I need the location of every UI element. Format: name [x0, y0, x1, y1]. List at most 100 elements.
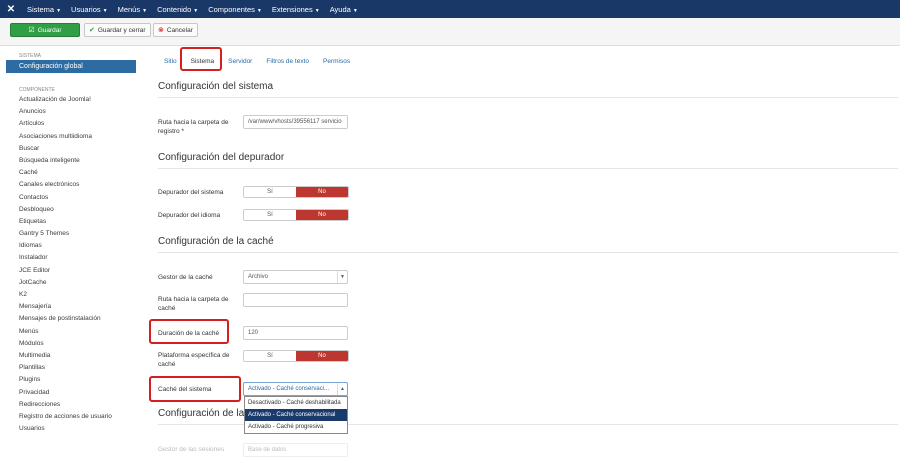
- sidebar-item[interactable]: Mensajes de postinstalación: [6, 313, 136, 325]
- sidebar-item[interactable]: Mensajería: [6, 301, 136, 313]
- menu-label: Menús: [117, 4, 141, 14]
- sidebar-item[interactable]: Etiquetas: [6, 216, 136, 228]
- dropdown-option-selected[interactable]: Activado - Caché conservacional: [245, 409, 347, 421]
- system-cache-select[interactable]: Activado - Caché conservaci... ▲: [243, 382, 348, 396]
- platform-label: Plataforma específica de caché: [158, 352, 230, 368]
- sidebar-item[interactable]: Desbloqueo: [6, 204, 136, 216]
- platform-toggle[interactable]: Sí No: [243, 350, 349, 362]
- sidebar-item[interactable]: Módulos: [6, 338, 136, 350]
- sidebar-item[interactable]: Buscar: [6, 143, 136, 155]
- select-value: Activado - Caché conservaci...: [248, 386, 330, 392]
- sidebar-item[interactable]: Multimedia: [6, 350, 136, 362]
- toggle-no[interactable]: No: [296, 187, 348, 197]
- top-menubar: ✕ Sistema ▼ Usuarios ▼ Menús ▼ Contenido ▼ C…: [0, 0, 900, 18]
- caret-down-icon: ▼: [56, 7, 62, 14]
- session-handler-select[interactable]: Base de datos: [243, 443, 348, 457]
- check-icon: ✔: [89, 27, 95, 34]
- sidebar-item[interactable]: Búsqueda inteligente: [6, 155, 136, 167]
- cache-time-input[interactable]: 120: [243, 326, 348, 340]
- sidebar-item[interactable]: JotCache: [6, 277, 136, 289]
- sidebar-item[interactable]: Asociaciones multiidioma: [6, 131, 136, 143]
- caret-down-icon: ▼: [193, 7, 199, 14]
- tab-filtros-texto[interactable]: Filtros de texto: [259, 58, 316, 70]
- caret-down-icon: ▼: [142, 7, 148, 14]
- chevron-down-icon: ▲: [337, 383, 347, 395]
- cache-handler-select[interactable]: Archivo ▼: [243, 270, 348, 284]
- menu-contenido[interactable]: Contenido ▼: [152, 5, 203, 14]
- sidebar-item[interactable]: Canales electrónicos: [6, 179, 136, 191]
- joomla-logo-icon[interactable]: ✕: [0, 0, 22, 18]
- system-cache-dropdown: Desactivado - Caché deshabilitada Activa…: [244, 396, 348, 434]
- sidebar-item[interactable]: Usuarios: [6, 423, 136, 435]
- divider: [158, 168, 898, 169]
- sidebar-item[interactable]: Redirecciones: [6, 399, 136, 411]
- sidebar-item[interactable]: JCE Editor: [6, 265, 136, 277]
- toggle-yes[interactable]: Sí: [244, 187, 296, 197]
- divider: [158, 252, 898, 253]
- sidebar-item[interactable]: Menús: [6, 326, 136, 338]
- toggle-no[interactable]: No: [296, 210, 348, 220]
- toolbar: ☑ Guardar ✔ Guardar y cerrar ⊗ Cancelar: [0, 18, 900, 46]
- sidebar-item-global-config[interactable]: Configuración global: [6, 60, 136, 73]
- cache-path-input[interactable]: [243, 293, 348, 307]
- toggle-yes[interactable]: Sí: [244, 210, 296, 220]
- sidebar-item[interactable]: Actualización de Joomla!: [6, 94, 136, 106]
- tab-permisos[interactable]: Permisos: [316, 58, 357, 70]
- menu-label: Ayuda: [329, 4, 351, 14]
- sidebar-header-component: COMPONENTE: [19, 87, 55, 93]
- sidebar-item[interactable]: Registro de acciones de usuario: [6, 411, 136, 423]
- toggle-no[interactable]: No: [296, 351, 348, 361]
- registry-path-input[interactable]: /var/www/vhosts/39556117 servicio: [243, 115, 348, 129]
- menu-ayuda[interactable]: Ayuda ▼: [325, 5, 363, 14]
- sidebar-item[interactable]: Plugins: [6, 374, 136, 386]
- sidebar-item[interactable]: Anuncios: [6, 106, 136, 118]
- menu-componentes[interactable]: Componentes ▼: [203, 5, 267, 14]
- select-value: Archivo: [248, 274, 269, 280]
- sidebar-item[interactable]: Contactos: [6, 192, 136, 204]
- sidebar-item[interactable]: Idiomas: [6, 240, 136, 252]
- system-cache-highlight-annotation: [149, 376, 241, 402]
- caret-down-icon: ▼: [256, 7, 262, 14]
- menu-menus[interactable]: Menús ▼: [113, 5, 152, 14]
- caret-down-icon: ▼: [102, 7, 108, 14]
- section-title-system: Configuración del sistema: [158, 81, 274, 92]
- dropdown-option[interactable]: Desactivado - Caché deshabilitada: [245, 397, 347, 409]
- menu-label: Contenido: [157, 4, 192, 14]
- sidebar-item[interactable]: Instalador: [6, 252, 136, 264]
- save-close-label: Guardar y cerrar: [97, 26, 146, 34]
- select-value: Base de datos: [248, 447, 287, 453]
- menu-sistema[interactable]: Sistema ▼: [22, 5, 66, 14]
- menu-extensiones[interactable]: Extensiones ▼: [267, 5, 325, 14]
- caret-down-icon: ▼: [352, 7, 358, 14]
- toggle-yes[interactable]: Sí: [244, 351, 296, 361]
- sidebar-item[interactable]: K2: [6, 289, 136, 301]
- sidebar-component-list: Actualización de Joomla! Anuncios Artículo…: [6, 94, 136, 435]
- cache-handler-label: Gestor de la caché: [158, 274, 213, 281]
- sidebar-item[interactable]: Plantillas: [6, 362, 136, 374]
- debug-system-label: Depurador del sistema: [158, 189, 224, 196]
- debug-system-toggle[interactable]: Sí No: [243, 186, 349, 198]
- cancel-icon: ⊗: [158, 27, 164, 34]
- save-button[interactable]: ☑ Guardar: [10, 23, 80, 37]
- cancel-button[interactable]: ⊗ Cancelar: [153, 23, 198, 37]
- menu-usuarios[interactable]: Usuarios ▼: [66, 5, 113, 14]
- sidebar-item[interactable]: Artículos: [6, 118, 136, 130]
- debug-lang-label: Depurador del idioma: [158, 212, 221, 219]
- dropdown-option[interactable]: Activado - Caché progresiva: [245, 421, 347, 433]
- cache-path-label: Ruta hacia la carpeta de caché: [158, 296, 229, 312]
- tab-servidor[interactable]: Servidor: [221, 58, 259, 70]
- menu-label: Componentes: [208, 4, 255, 14]
- debug-lang-toggle[interactable]: Sí No: [243, 209, 349, 221]
- section-title-debug: Configuración del depurador: [158, 152, 285, 163]
- menu-label: Sistema: [27, 4, 55, 14]
- sidebar-item[interactable]: Privacidad: [6, 387, 136, 399]
- caret-down-icon: ▼: [314, 7, 320, 14]
- sidebar-item[interactable]: Gantry 5 Themes: [6, 228, 136, 240]
- save-label: Guardar: [37, 26, 62, 34]
- sidebar-item[interactable]: Caché: [6, 167, 136, 179]
- save-icon: ☑: [28, 27, 35, 34]
- save-close-button[interactable]: ✔ Guardar y cerrar: [84, 23, 151, 37]
- cancel-label: Cancelar: [166, 26, 193, 34]
- section-title-cache: Configuración de la caché: [158, 236, 274, 247]
- section-title-sessions: Configuración de las: [158, 408, 250, 419]
